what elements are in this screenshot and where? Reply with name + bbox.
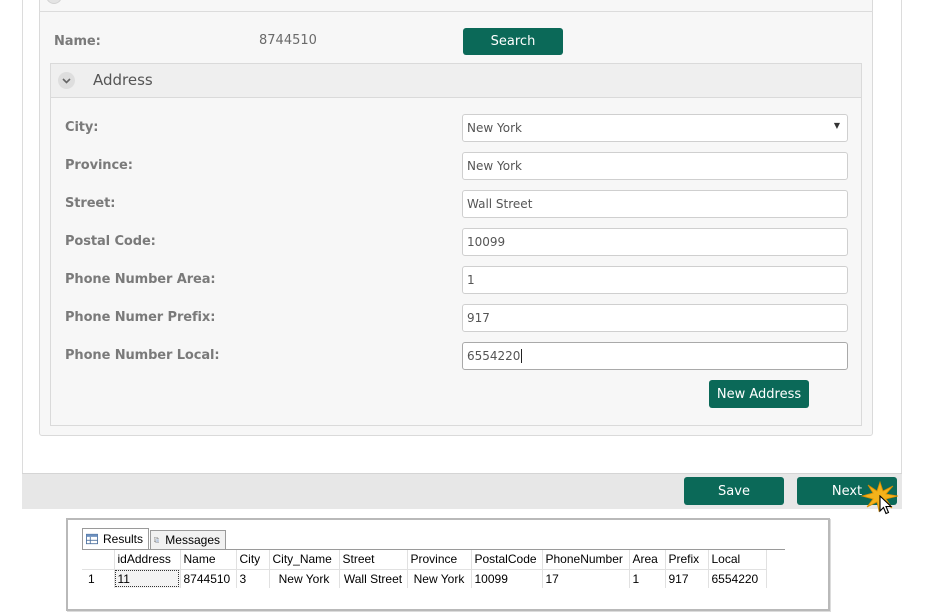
row-number: 1 xyxy=(82,569,115,588)
tab-messages-label: Messages xyxy=(165,533,220,547)
column-header[interactable]: PhoneNumber xyxy=(542,550,630,570)
province-label: Province: xyxy=(65,158,133,173)
messages-icon xyxy=(154,537,160,543)
grid-cell[interactable]: 3 xyxy=(236,569,270,588)
phone-local-value: 6554220 xyxy=(467,349,521,363)
column-header[interactable]: City_Name xyxy=(269,550,340,570)
save-button[interactable]: Save xyxy=(684,477,784,505)
phone-prefix-label: Phone Numer Prefix: xyxy=(65,310,216,325)
search-button[interactable]: Search xyxy=(463,28,563,55)
column-header[interactable]: idAddress xyxy=(114,550,181,570)
mouse-cursor-icon xyxy=(879,495,893,515)
column-header[interactable]: Name xyxy=(180,550,237,570)
city-label: City: xyxy=(65,120,99,135)
grid-cell[interactable]: 917 xyxy=(665,569,709,588)
postal-code-field[interactable]: 10099 xyxy=(462,228,848,256)
grid-cell[interactable]: 17 xyxy=(542,569,630,588)
table-row[interactable]: 1 11 8744510 3 New York Wall Street New … xyxy=(82,569,767,588)
grid-cell[interactable]: Wall Street xyxy=(339,569,408,588)
name-value: 8744510 xyxy=(259,33,317,48)
column-header[interactable]: Street xyxy=(339,550,408,570)
postal-code-label: Postal Code: xyxy=(65,234,156,249)
phone-prefix-value: 917 xyxy=(467,311,490,325)
section-divider xyxy=(39,11,873,12)
address-title: Address xyxy=(93,71,153,89)
street-label: Street: xyxy=(65,196,116,211)
column-header[interactable]: Local xyxy=(708,550,767,570)
results-grid[interactable]: idAddress Name City City_Name Street Pro… xyxy=(82,550,767,588)
phone-local-label: Phone Number Local: xyxy=(65,348,220,363)
tab-results[interactable]: Results xyxy=(82,528,149,549)
phone-area-field[interactable]: 1 xyxy=(462,266,848,294)
tab-results-label: Results xyxy=(102,532,143,546)
phone-area-value: 1 xyxy=(467,273,475,287)
grid-cell[interactable]: New York xyxy=(407,569,472,588)
street-field[interactable]: Wall Street xyxy=(462,190,848,218)
name-label: Name: xyxy=(54,34,101,49)
city-select[interactable]: New York ▼ xyxy=(462,114,848,142)
column-header[interactable]: PostalCode xyxy=(471,550,543,570)
column-header[interactable]: City xyxy=(236,550,270,570)
new-address-button[interactable]: New Address xyxy=(709,380,809,408)
grid-cell[interactable]: New York xyxy=(269,569,340,588)
address-header[interactable]: Address xyxy=(51,64,861,98)
phone-local-field[interactable]: 6554220 xyxy=(462,342,848,370)
text-cursor xyxy=(521,349,523,363)
grid-cell[interactable]: 6554220 xyxy=(708,569,767,588)
chevron-down-icon[interactable] xyxy=(58,72,75,89)
phone-area-label: Phone Number Area: xyxy=(65,272,216,287)
grid-cell[interactable]: 11 xyxy=(114,569,181,588)
phone-prefix-field[interactable]: 917 xyxy=(462,304,848,332)
street-value: Wall Street xyxy=(467,197,533,211)
grid-icon xyxy=(86,533,98,545)
province-value: New York xyxy=(467,159,522,173)
column-header[interactable]: Prefix xyxy=(665,550,709,570)
column-header[interactable]: Province xyxy=(407,550,472,570)
tab-messages[interactable]: Messages xyxy=(150,530,226,549)
postal-code-value: 10099 xyxy=(467,235,506,249)
sql-results-pane: Results Messages idAddress Name City Cit… xyxy=(66,518,830,611)
grid-cell[interactable]: 8744510 xyxy=(180,569,237,588)
grid-header-row: idAddress Name City City_Name Street Pro… xyxy=(82,550,767,570)
grid-cell[interactable]: 1 xyxy=(629,569,666,588)
province-field[interactable]: New York xyxy=(462,152,848,180)
city-select-value: New York xyxy=(467,121,522,135)
dropdown-arrow-icon[interactable]: ▼ xyxy=(834,121,840,130)
column-header[interactable]: Area xyxy=(629,550,666,570)
row-number-header xyxy=(82,550,115,570)
grid-cell[interactable]: 10099 xyxy=(471,569,543,588)
